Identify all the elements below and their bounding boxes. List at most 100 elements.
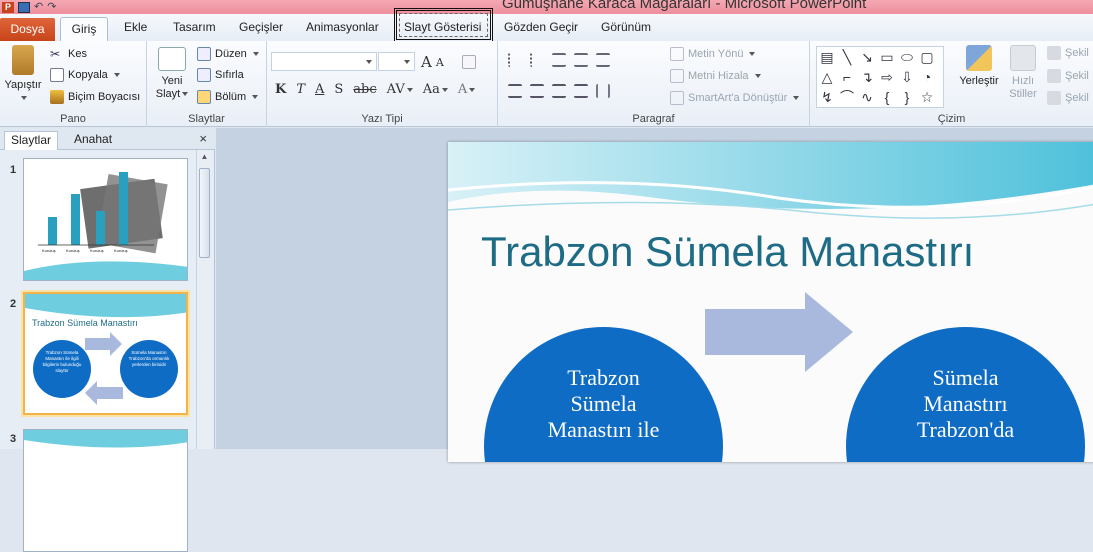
drawing-group-label: Çizim: [937, 113, 966, 125]
shadow-button[interactable]: S: [334, 82, 343, 97]
shape-fill-button[interactable]: Şekil: [1047, 46, 1089, 60]
align-text-button[interactable]: Metni Hizala: [670, 69, 761, 83]
reset-icon: [197, 68, 211, 82]
right-arrow-shape-icon[interactable]: ⇨: [877, 67, 897, 87]
close-pane-icon[interactable]: ×: [199, 131, 207, 146]
slides-pane-scrollbar[interactable]: ▲: [196, 150, 211, 449]
increase-indent-icon[interactable]: [574, 53, 588, 67]
italic-button[interactable]: T: [296, 82, 305, 97]
reset-button[interactable]: Sıfırla: [197, 68, 244, 82]
shrink-font-button[interactable]: A: [436, 56, 444, 69]
layout-label: Düzen: [215, 48, 247, 60]
tab-slides[interactable]: Slaytlar: [4, 131, 59, 150]
left-brace-icon[interactable]: {: [877, 87, 897, 107]
chevron-shape-icon[interactable]: ◔: [917, 67, 937, 87]
arc-shape-icon[interactable]: ⌒: [837, 87, 857, 107]
quick-styles-button[interactable]: Hızlı Stiller: [1004, 45, 1042, 101]
copy-button[interactable]: Kopyala: [50, 68, 120, 82]
line-shape-icon[interactable]: ╲: [837, 47, 857, 67]
down-arrow-shape-icon[interactable]: ⇩: [897, 67, 917, 87]
save-icon[interactable]: [18, 1, 30, 13]
slide-thumbnail-2[interactable]: Trabzon Sümela Manastırı Trabzon Sümela …: [23, 292, 188, 415]
cut-button[interactable]: ✂ Kes: [50, 47, 87, 61]
elbow-connector-icon[interactable]: ⌐: [837, 67, 857, 87]
line-spacing-icon[interactable]: [596, 53, 610, 67]
smartart-button[interactable]: SmartArt'a Dönüştür: [670, 91, 800, 105]
elbow-arrow-icon[interactable]: ↴: [857, 67, 877, 87]
slide-thumbnail-3[interactable]: [23, 429, 188, 552]
clear-formatting-icon[interactable]: [461, 55, 476, 69]
slide-thumbnail-1[interactable]: Kuruluş Kuruluş Kuruluş Kuruluş: [23, 158, 188, 281]
arrange-button[interactable]: Yerleştir: [958, 45, 1000, 88]
align-center-icon[interactable]: [530, 84, 544, 98]
slide-circle-left[interactable]: Trabzon Sümela Manastırı ile: [484, 327, 723, 462]
powerpoint-icon[interactable]: P: [2, 1, 14, 13]
align-left-icon[interactable]: [508, 84, 522, 98]
scroll-thumb[interactable]: [199, 168, 210, 258]
font-size-combo[interactable]: [378, 52, 415, 71]
bullets-icon[interactable]: [508, 53, 522, 67]
slide-circle-right-text: Sümela Manastırı Trabzon'da: [916, 365, 1015, 442]
tab-insert[interactable]: Ekle: [124, 20, 147, 34]
right-brace-icon[interactable]: }: [897, 87, 917, 107]
underline-button[interactable]: A: [315, 82, 324, 97]
current-slide[interactable]: Trabzon Sümela Manastırı Trabzon Sümela …: [448, 142, 1093, 462]
text-direction-button[interactable]: Metin Yönü: [670, 47, 756, 61]
align-right-icon[interactable]: [552, 84, 566, 98]
tab-transitions[interactable]: Geçişler: [239, 20, 283, 34]
shape-effects-button[interactable]: Şekil: [1047, 91, 1089, 105]
tab-file[interactable]: Dosya: [0, 18, 55, 41]
font-size-controls: A A: [421, 53, 476, 71]
paste-icon: [12, 45, 34, 75]
char-spacing-button[interactable]: AV: [387, 82, 413, 97]
tab-outline[interactable]: Anahat: [68, 131, 118, 150]
slide-circle-right[interactable]: Sümela Manastırı Trabzon'da: [846, 327, 1085, 462]
textbox-shape-icon[interactable]: ▤: [817, 47, 837, 67]
numbering-icon[interactable]: [530, 53, 544, 67]
tab-design[interactable]: Tasarım: [173, 20, 216, 34]
quick-styles-icon: [1010, 45, 1036, 71]
font-name-combo[interactable]: [271, 52, 377, 71]
strikethrough-button[interactable]: abc: [353, 82, 376, 97]
tab-view[interactable]: Görünüm: [601, 20, 651, 34]
ribbon: Yapıştır ✂ Kes Kopyala Biçim Boyacısı Pan…: [0, 41, 1093, 127]
slide-number-2: 2: [10, 298, 17, 310]
layout-button[interactable]: Düzen: [197, 47, 259, 61]
section-button[interactable]: Bölüm: [197, 90, 259, 104]
slide-right-arrow[interactable]: [703, 292, 863, 382]
paint-bucket-icon: [1047, 46, 1061, 60]
arrow-line-shape-icon[interactable]: ↘: [857, 47, 877, 67]
scroll-up-icon[interactable]: ▲: [199, 152, 210, 164]
scissors-icon: ✂: [50, 47, 61, 61]
shape-outline-button[interactable]: Şekil: [1047, 69, 1089, 83]
layout-icon: [197, 47, 211, 61]
tab-review[interactable]: Gözden Geçir: [504, 20, 578, 34]
tab-home[interactable]: Giriş: [60, 17, 108, 42]
undo-icon[interactable]: ↶: [34, 1, 43, 13]
decrease-indent-icon[interactable]: [552, 53, 566, 67]
font-group: A A K T A S abc AV Aa A Yazı Tipi: [267, 41, 498, 127]
effects-icon: [1047, 91, 1061, 105]
slide-title[interactable]: Trabzon Sümela Manastırı: [481, 228, 974, 276]
grow-font-button[interactable]: A: [421, 53, 432, 71]
bold-button[interactable]: K: [275, 82, 286, 97]
wave-shape-icon[interactable]: ∿: [857, 87, 877, 107]
tab-animations[interactable]: Animasyonlar: [306, 20, 379, 34]
quick-styles-label-1: Hızlı: [1012, 75, 1034, 87]
redo-icon[interactable]: ↷: [47, 1, 56, 13]
new-slide-button[interactable]: Yeni Slayt: [154, 47, 190, 101]
font-color-button[interactable]: A: [458, 82, 476, 97]
oval-shape-icon[interactable]: ⬭: [897, 47, 917, 67]
paste-button[interactable]: Yapıştır: [3, 45, 43, 105]
rectangle-shape-icon[interactable]: ▭: [877, 47, 897, 67]
curve-shape-icon[interactable]: ↯: [817, 87, 837, 107]
change-case-button[interactable]: Aa: [423, 82, 448, 97]
new-slide-icon: [158, 47, 186, 71]
format-painter-button[interactable]: Biçim Boyacısı: [50, 90, 140, 104]
triangle-shape-icon[interactable]: △: [817, 67, 837, 87]
star-shape-icon[interactable]: ☆: [917, 87, 937, 107]
rounded-rect-shape-icon[interactable]: ▢: [917, 47, 937, 67]
columns-icon[interactable]: [596, 84, 610, 98]
shapes-gallery[interactable]: ▤ ╲ ↘ ▭ ⬭ ▢ △ ⌐ ↴ ⇨ ⇩ ◔ ↯ ⌒ ∿{} ☆: [816, 46, 944, 108]
justify-icon[interactable]: [574, 84, 588, 98]
